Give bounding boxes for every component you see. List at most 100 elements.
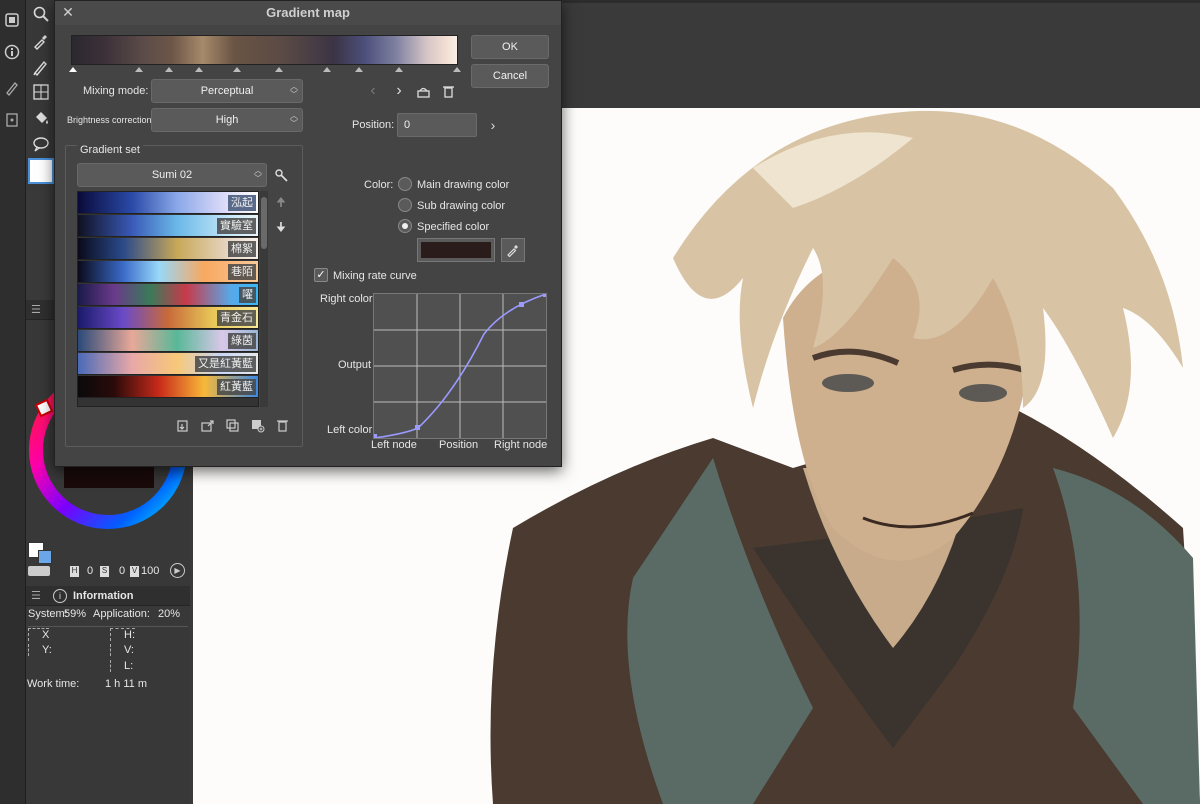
eyedropper-tool-icon[interactable] bbox=[29, 30, 53, 52]
gradient-preview-bar[interactable] bbox=[71, 35, 458, 65]
move-up-icon[interactable]: 🠉 bbox=[273, 195, 289, 211]
v-label: V bbox=[130, 566, 139, 577]
gradient-node-marker[interactable] bbox=[355, 67, 363, 72]
dialog-title: Gradient map bbox=[55, 1, 561, 25]
gradient-node-marker[interactable] bbox=[323, 67, 331, 72]
panel-menu-icon[interactable]: ☰ bbox=[31, 589, 41, 602]
layer-icon[interactable] bbox=[2, 10, 22, 30]
list-item[interactable]: 泓起 bbox=[78, 192, 258, 214]
list-item[interactable]: 又是紅黃藍 bbox=[78, 353, 258, 375]
close-icon[interactable]: ✕ bbox=[60, 4, 76, 20]
sub-color-option: Sub drawing color bbox=[417, 200, 506, 212]
work-time-label: Work time: bbox=[27, 678, 80, 690]
specified-color-radio[interactable] bbox=[398, 219, 412, 233]
wrench-icon[interactable] bbox=[273, 167, 289, 183]
list-item[interactable]: 實驗室 bbox=[78, 215, 258, 237]
gradient-name: 又是紅黃藍 bbox=[195, 356, 256, 372]
pen-tool-icon[interactable] bbox=[29, 56, 53, 78]
mixing-mode-select[interactable]: Perceptual ︿ ﹀ bbox=[151, 79, 303, 103]
stepper-icon: ︿ ﹀ bbox=[290, 111, 298, 128]
curve-node[interactable] bbox=[543, 292, 548, 297]
list-item[interactable]: 巷陌 bbox=[78, 261, 258, 283]
scrollbar-thumb[interactable] bbox=[261, 197, 267, 249]
y-label: Y: bbox=[28, 644, 52, 656]
grid-tool-icon[interactable] bbox=[29, 81, 53, 103]
tool-strip bbox=[0, 0, 26, 804]
list-item[interactable]: 棉絮 bbox=[78, 238, 258, 260]
specified-color-swatch[interactable] bbox=[417, 238, 495, 262]
gradient-set-select[interactable]: Sumi 02 ︿ ﹀ bbox=[77, 163, 267, 187]
h-label: H bbox=[70, 566, 79, 577]
export-icon[interactable] bbox=[199, 417, 215, 433]
list-item[interactable]: 青金石 bbox=[78, 307, 258, 329]
application-label: Application: bbox=[93, 608, 150, 620]
delete-node-icon[interactable] bbox=[440, 83, 456, 99]
s-value: 0 bbox=[119, 565, 126, 577]
info-icon[interactable] bbox=[2, 42, 22, 62]
duplicate-icon[interactable] bbox=[224, 417, 240, 433]
cancel-button[interactable]: Cancel bbox=[471, 64, 549, 88]
eyedropper-icon[interactable] bbox=[501, 238, 525, 262]
hsv-readout: H 0 S 0 V 100 ▶ bbox=[26, 563, 190, 582]
ok-button[interactable]: OK bbox=[471, 35, 549, 59]
brightness-select[interactable]: High ︿ ﹀ bbox=[151, 108, 303, 132]
curve-node[interactable] bbox=[519, 302, 524, 307]
position-input[interactable]: 0 bbox=[397, 113, 477, 137]
color-fill bbox=[421, 242, 491, 258]
panel-menu-icon[interactable]: ☰ bbox=[31, 303, 41, 316]
specified-color-option: Specified color bbox=[417, 221, 490, 233]
s-label: S bbox=[100, 566, 109, 577]
gradient-node-marker[interactable] bbox=[275, 67, 283, 72]
x-label: X bbox=[28, 628, 50, 641]
gradient-name: 青金石 bbox=[217, 310, 256, 326]
sub-color-radio[interactable] bbox=[398, 198, 412, 212]
add-node-icon[interactable] bbox=[415, 83, 431, 99]
brightness-value: High bbox=[215, 114, 239, 126]
left-node-label: Left node bbox=[371, 439, 417, 451]
chevron-right-icon[interactable]: › bbox=[485, 117, 501, 133]
zoom-icon[interactable] bbox=[29, 3, 53, 25]
gradient-map-dialog: Gradient map ✕ OK Cancel Mixing mode: Pe… bbox=[54, 0, 562, 467]
transparent-chip[interactable] bbox=[28, 566, 50, 576]
play-icon[interactable]: ▶ bbox=[170, 563, 185, 578]
output-label: Output bbox=[338, 359, 372, 371]
list-item[interactable]: 嚁 bbox=[78, 284, 258, 306]
trash-icon[interactable] bbox=[274, 417, 290, 433]
position-axis-label: Position bbox=[439, 439, 479, 451]
current-color-swatch[interactable] bbox=[28, 158, 54, 184]
previous-node-icon[interactable]: ‹ bbox=[365, 82, 381, 99]
add-gradient-icon[interactable] bbox=[249, 417, 265, 433]
mixing-mode-label: Mixing mode: bbox=[83, 85, 149, 97]
right-node-label: Right node bbox=[494, 439, 548, 451]
gradient-node-marker[interactable] bbox=[135, 67, 143, 72]
list-item[interactable]: 綠茵 bbox=[78, 330, 258, 352]
curve-node[interactable] bbox=[372, 434, 377, 439]
gradient-node-marker[interactable] bbox=[69, 67, 77, 72]
fill-tool-icon[interactable] bbox=[29, 107, 53, 129]
curve-node[interactable] bbox=[415, 425, 420, 430]
gradient-name: 泓起 bbox=[228, 195, 256, 211]
sub-color-chip[interactable] bbox=[38, 550, 52, 564]
mixing-rate-checkbox[interactable]: ✓ bbox=[314, 268, 328, 282]
gradient-node-marker[interactable] bbox=[233, 67, 241, 72]
next-node-icon[interactable]: › bbox=[391, 82, 407, 99]
import-icon[interactable] bbox=[174, 417, 190, 433]
list-item[interactable]: 紅黃藍 bbox=[78, 376, 258, 398]
gradient-node-marker[interactable] bbox=[195, 67, 203, 72]
application-value: 20% bbox=[158, 608, 181, 620]
gradient-node-marker[interactable] bbox=[395, 67, 403, 72]
gradient-set-value: Sumi 02 bbox=[151, 169, 193, 181]
gradient-node-marker[interactable] bbox=[453, 67, 461, 72]
info-panel-header: ☰ i Information bbox=[26, 586, 190, 606]
move-down-icon[interactable]: 🠋 bbox=[273, 220, 289, 236]
gradient-list: 泓起 實驗室 棉絮 巷陌 嚁 青金石 綠茵 又是紅黃藍 紅黃藍 bbox=[77, 191, 259, 407]
mixing-rate-curve-graph[interactable] bbox=[372, 292, 548, 439]
gradient-name: 實驗室 bbox=[217, 218, 256, 234]
frame-icon[interactable] bbox=[2, 110, 22, 130]
pen-icon[interactable] bbox=[2, 78, 22, 98]
gradient-node-marker[interactable] bbox=[165, 67, 173, 72]
right-color-label: Right color bbox=[320, 293, 373, 305]
main-color-radio[interactable] bbox=[398, 177, 412, 191]
balloon-tool-icon[interactable] bbox=[29, 133, 53, 155]
gradient-name: 綠茵 bbox=[228, 333, 256, 349]
